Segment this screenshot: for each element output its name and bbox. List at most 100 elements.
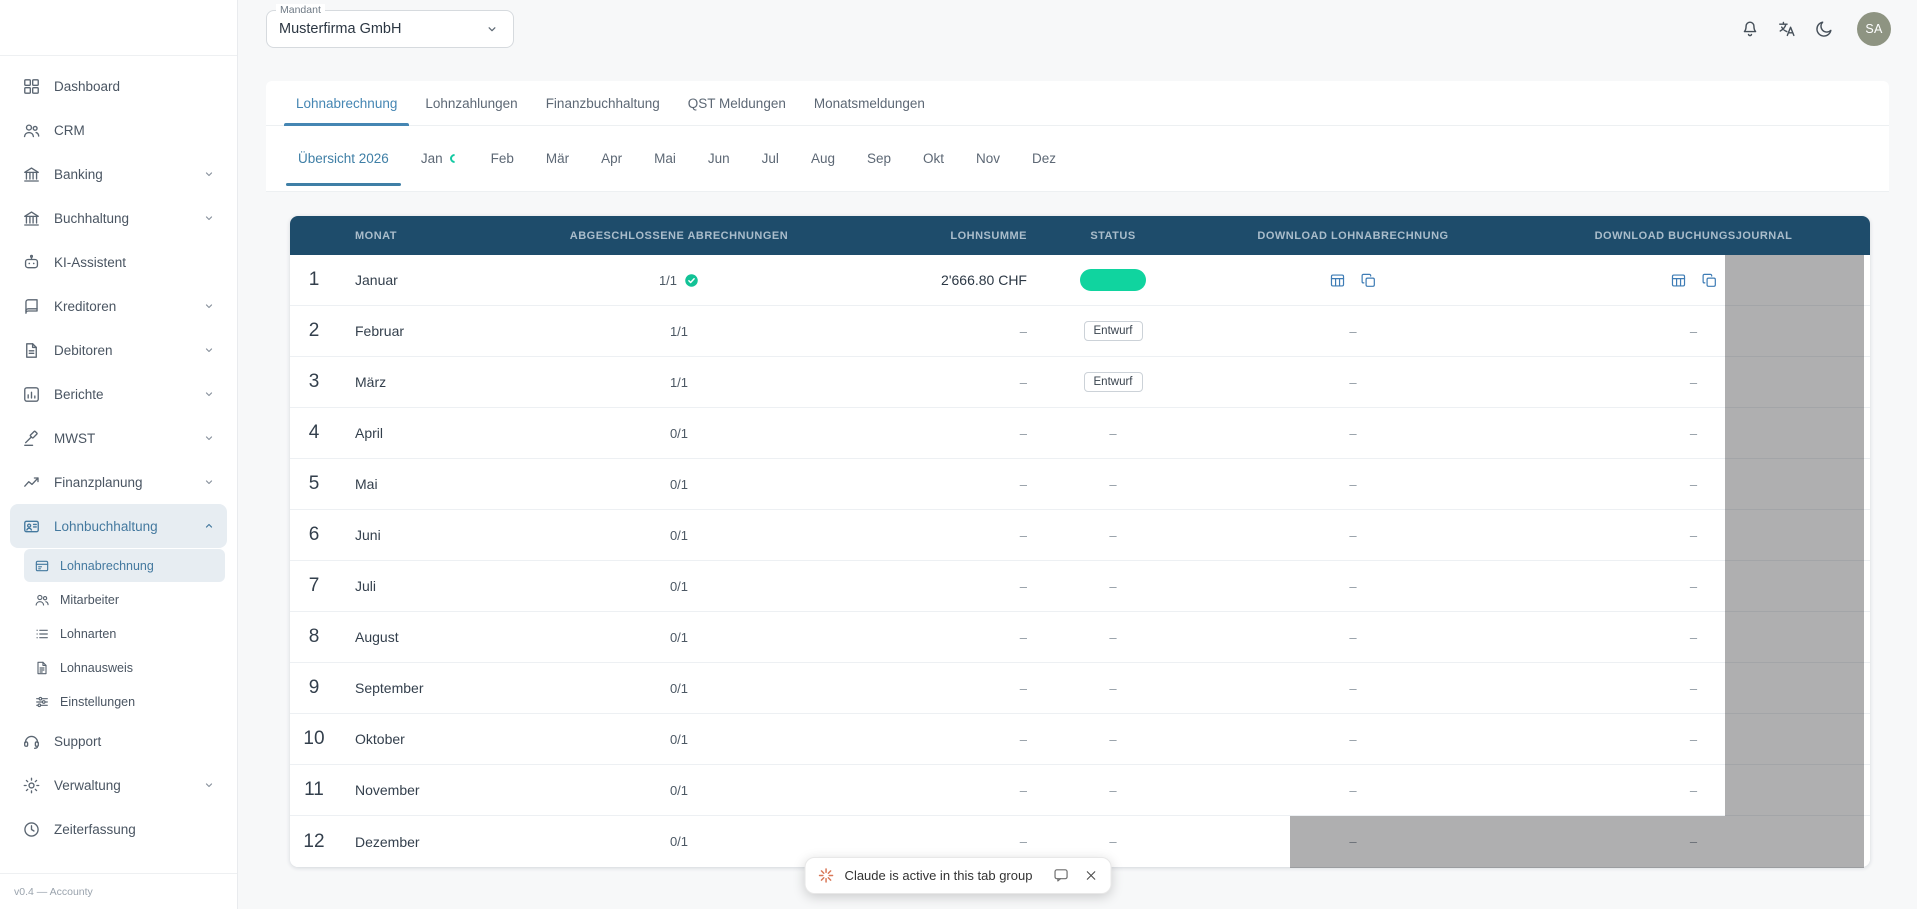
sidebar-subitem-einstellungen[interactable]: Einstellungen (24, 685, 225, 718)
overlay-block (1725, 612, 1864, 663)
sidebar-item-label: Banking (54, 167, 103, 182)
progress-indicator-icon (448, 152, 461, 165)
status-badge[interactable]: Entwurf (1084, 321, 1143, 341)
feedback-bubble-icon[interactable] (1052, 867, 1069, 884)
sidebar: DashboardCRM Banking BuchhaltungKI-Assiste… (0, 0, 238, 909)
table-row: 7Juli0/1–––– (290, 561, 1870, 612)
sidebar-item-buchhaltung[interactable]: Buchhaltung (10, 196, 227, 240)
month-tab-nov[interactable]: Nov (960, 126, 1016, 191)
sidebar-item-label: Finanzplanung (54, 475, 143, 490)
month-tab-jan[interactable]: Jan (405, 126, 475, 191)
sidebar-subitem-mitarbeiter[interactable]: Mitarbeiter (24, 583, 225, 616)
chevron-down-icon (483, 20, 501, 38)
chevron-down-icon (201, 210, 217, 226)
month-tab-mai[interactable]: Mai (638, 126, 692, 191)
completed-count-cell: 0/1 (568, 528, 790, 543)
download-table-icon[interactable] (1329, 272, 1346, 289)
status-badge[interactable]: Entwurf (1084, 372, 1143, 392)
download-lohnabrechnung-cell: – (1189, 579, 1517, 594)
sidebar-item-label: MWST (54, 431, 95, 446)
month-tab-okt[interactable]: Okt (907, 126, 960, 191)
month-name: April (338, 425, 568, 441)
download-lohnabrechnung-cell: – (1189, 324, 1517, 339)
status-cell: Entwurf (1037, 372, 1189, 392)
sidebar-item-crm[interactable]: CRM (10, 108, 227, 152)
download-lohnabrechnung-cell: – (1189, 783, 1517, 798)
translate-icon[interactable] (1777, 19, 1797, 39)
month-tab-jun[interactable]: Jun (692, 126, 746, 191)
month-tab-feb[interactable]: Feb (475, 126, 530, 191)
sidebar-item-ki-assistent[interactable]: KI-Assistent (10, 240, 227, 284)
status-pill-done[interactable] (1080, 269, 1146, 291)
mandant-select[interactable]: Mandant Musterfirma GmbH (266, 10, 514, 48)
sidebar-nav: DashboardCRM Banking BuchhaltungKI-Assiste… (0, 56, 237, 873)
month-tab-übersicht-2026[interactable]: Übersicht 2026 (282, 126, 405, 191)
tab-monatsmeldungen[interactable]: Monatsmeldungen (800, 81, 939, 125)
download-table-icon[interactable] (1670, 272, 1687, 289)
sidebar-item-dashboard[interactable]: Dashboard (10, 64, 227, 108)
month-tab-mär[interactable]: Mär (530, 126, 585, 191)
claude-tab-toast: Claude is active in this tab group (805, 857, 1112, 894)
completed-count: 1/1 (670, 375, 688, 390)
sliders-icon (34, 694, 50, 710)
month-number: 6 (290, 524, 338, 546)
lohnsumme-value: – (790, 834, 1037, 849)
notifications-bell-icon[interactable] (1740, 19, 1760, 39)
sidebar-item-zeiterfassung[interactable]: Zeiterfassung (10, 807, 227, 851)
month-number: 5 (290, 473, 338, 495)
completed-count: 0/1 (670, 834, 688, 849)
sidebar-item-support[interactable]: Support (10, 719, 227, 763)
sidebar-item-finanzplanung[interactable]: Finanzplanung (10, 460, 227, 504)
payroll-icon (22, 517, 41, 536)
app-version-label: v0.4 — Accounty (0, 873, 237, 909)
download-copy-icon[interactable] (1360, 272, 1377, 289)
payroll-overview-table: MONATABGESCHLOSSENE ABRECHNUNGENLOHNSUMM… (290, 216, 1870, 867)
month-tab-label: Nov (976, 151, 1000, 166)
month-tab-label: Dez (1032, 151, 1056, 166)
sidebar-subitem-lohnarten[interactable]: Lohnarten (24, 617, 225, 650)
month-tab-label: Mai (654, 151, 676, 166)
month-tab-dez[interactable]: Dez (1016, 126, 1072, 191)
sidebar-subitem-lohnabrechnung[interactable]: Lohnabrechnung (24, 549, 225, 582)
download-copy-icon[interactable] (1701, 272, 1718, 289)
status-cell: – (1037, 477, 1189, 492)
month-tab-label: Übersicht 2026 (298, 151, 389, 166)
sidebar-subitem-lohnausweis[interactable]: Lohnausweis (24, 651, 225, 684)
sidebar-item-label: Kreditoren (54, 299, 116, 314)
sidebar-item-verwaltung[interactable]: Verwaltung (10, 763, 227, 807)
sidebar-item-lohnbuchhaltung[interactable]: Lohnbuchhaltung (10, 504, 227, 548)
month-tab-aug[interactable]: Aug (795, 126, 851, 191)
sidebar-item-mwst[interactable]: MWST (10, 416, 227, 460)
sidebar-item-label: Debitoren (54, 343, 113, 358)
month-name: Januar (338, 272, 568, 288)
sidebar-item-kreditoren[interactable]: Kreditoren (10, 284, 227, 328)
download-lohnabrechnung-cell (1189, 272, 1517, 289)
sidebar-item-debitoren[interactable]: Debitoren (10, 328, 227, 372)
tab-lohnzahlungen[interactable]: Lohnzahlungen (411, 81, 531, 125)
tab-qst-meldungen[interactable]: QST Meldungen (674, 81, 800, 125)
tab-finanzbuchhaltung[interactable]: Finanzbuchhaltung (532, 81, 674, 125)
completed-count: 1/1 (659, 273, 677, 288)
grid-icon (22, 77, 41, 96)
column-header-download-lohnabrechnung: DOWNLOAD LOHNABRECHNUNG (1189, 230, 1517, 242)
month-tab-label: Jul (762, 151, 779, 166)
month-number: 7 (290, 575, 338, 597)
table-row: 10Oktober0/1–––– (290, 714, 1870, 765)
month-tab-jul[interactable]: Jul (746, 126, 795, 191)
user-avatar[interactable]: SA (1857, 12, 1891, 46)
docdollar-icon (22, 341, 41, 360)
month-tab-apr[interactable]: Apr (585, 126, 638, 191)
chevron-up-icon (201, 518, 217, 534)
lohnsumme-value: – (790, 477, 1037, 492)
month-tab-label: Jun (708, 151, 730, 166)
completed-count-cell: 1/1 (568, 324, 790, 339)
toast-close-icon[interactable] (1083, 868, 1098, 883)
month-tab-sep[interactable]: Sep (851, 126, 907, 191)
sidebar-item-banking[interactable]: Banking (10, 152, 227, 196)
dark-mode-moon-icon[interactable] (1814, 19, 1834, 39)
month-number: 10 (290, 728, 338, 750)
completed-count: 0/1 (670, 426, 688, 441)
month-tab-label: Feb (491, 151, 514, 166)
tab-lohnabrechnung[interactable]: Lohnabrechnung (282, 81, 411, 125)
sidebar-item-berichte[interactable]: Berichte (10, 372, 227, 416)
